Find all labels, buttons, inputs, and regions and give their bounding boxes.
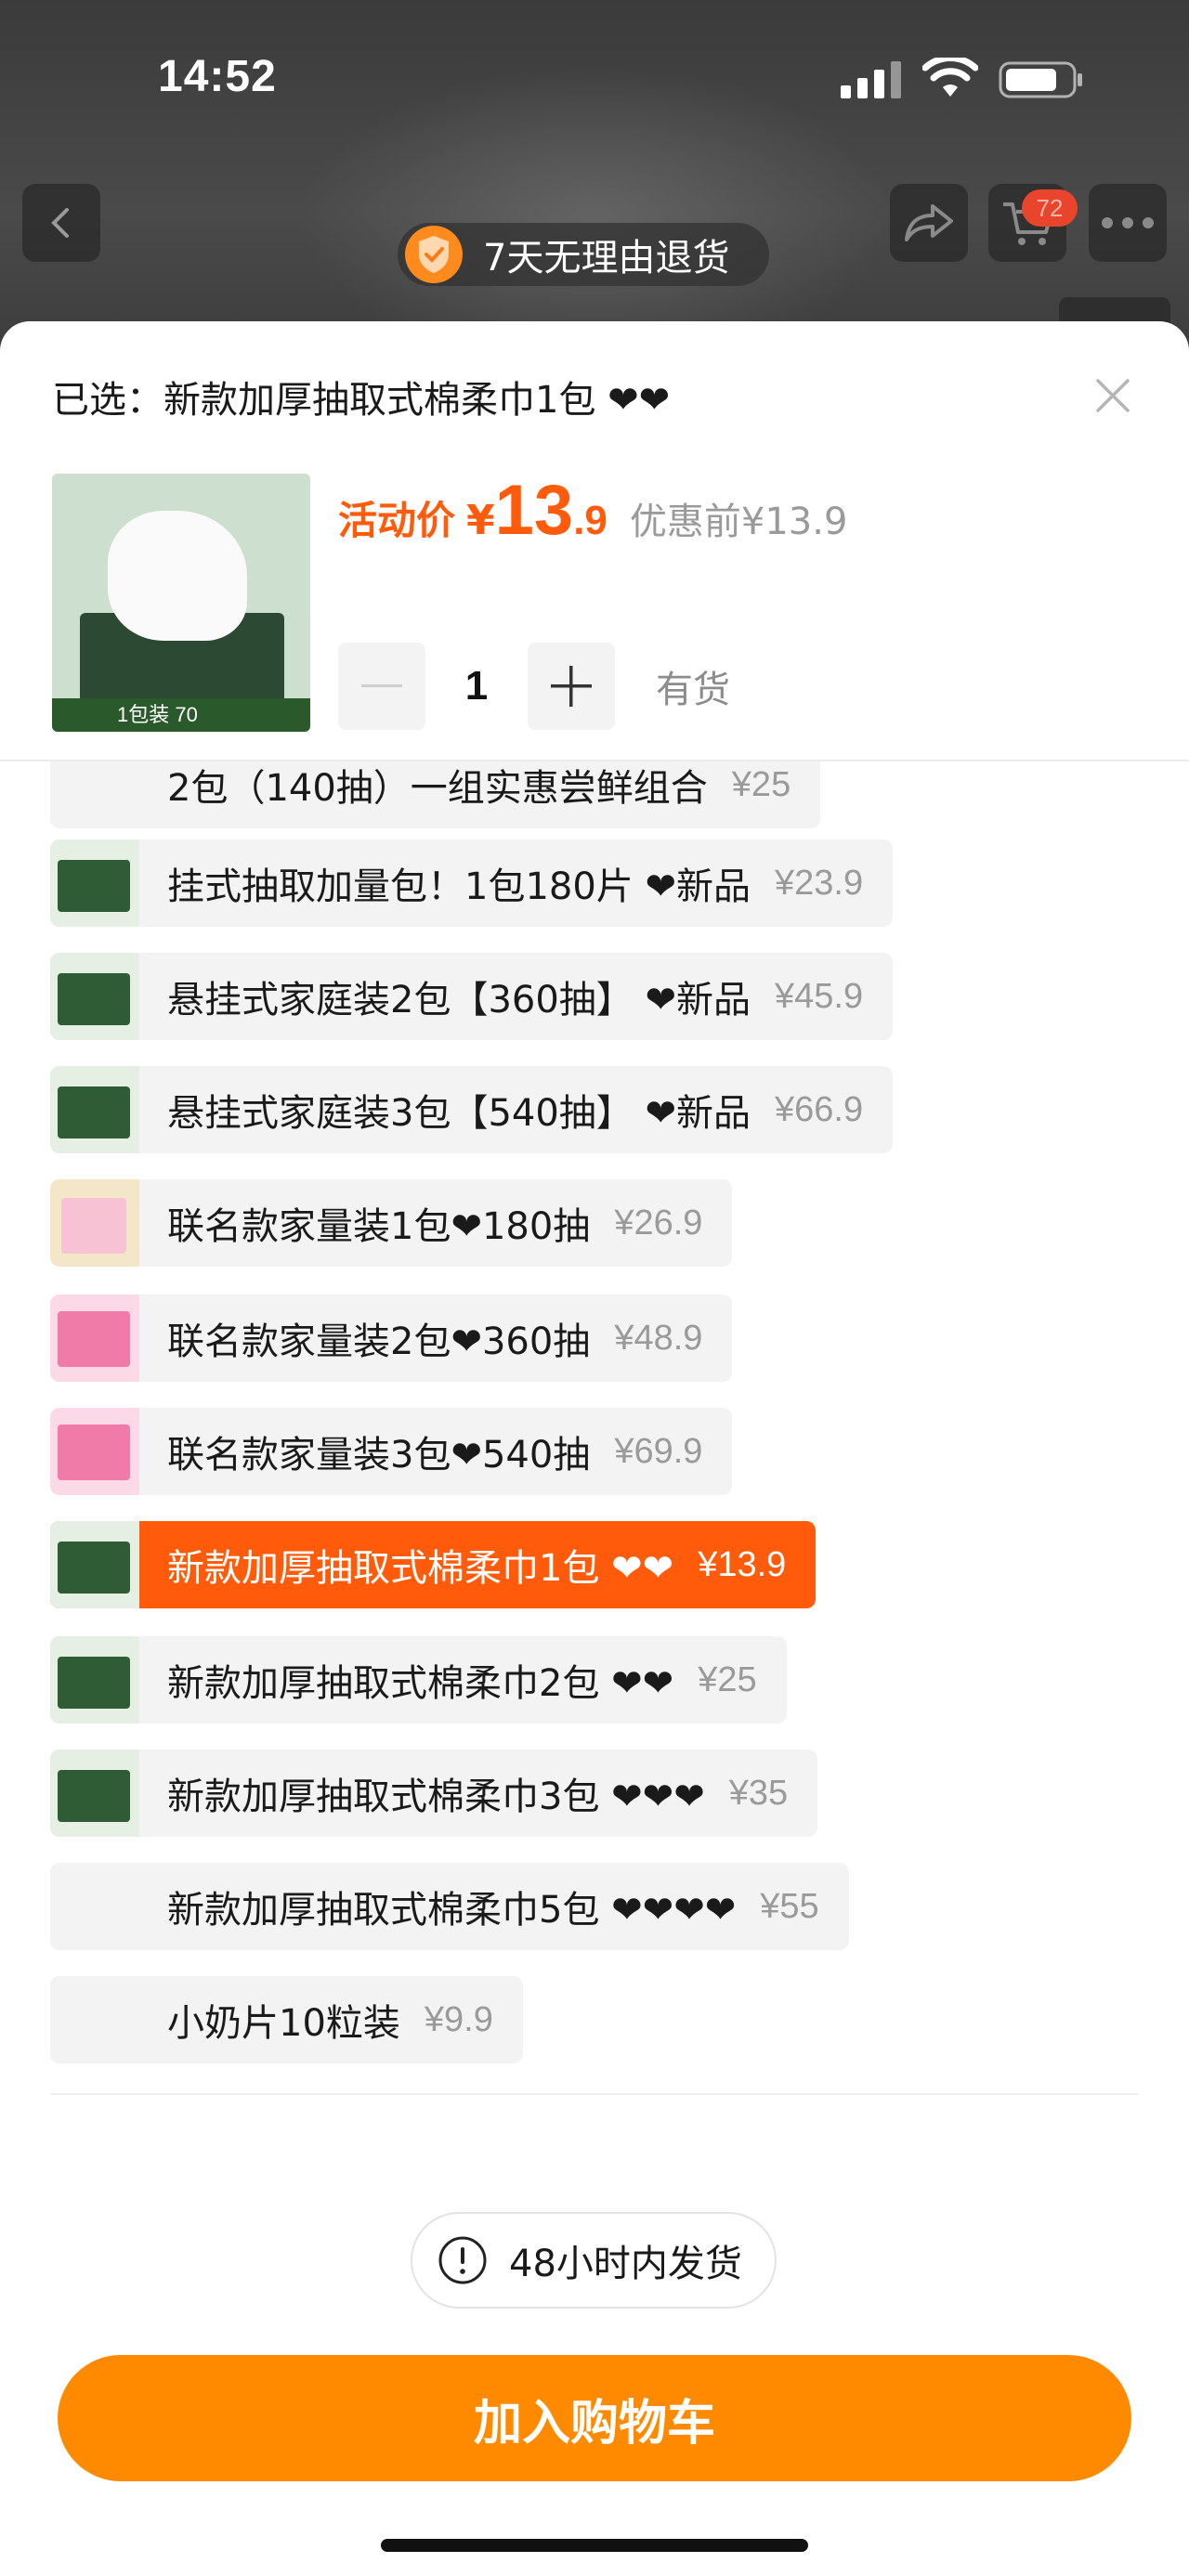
divider [50,2093,1139,2095]
return-policy-text: 7天无理由退货 [483,237,730,280]
variant-price: ¥9.9 [424,1999,493,2039]
quantity-stepper: 1 有货 [338,643,730,730]
variant-thumbnail [50,1750,139,1837]
price-integer: 13 [494,471,574,550]
price-decimal: .9 [573,498,608,543]
variant-option-selected[interactable]: 新款加厚抽取式棉柔巾1包 ❤❤ ¥13.9 [50,1521,817,1608]
variant-label: 新款加厚抽取式棉柔巾5包 ❤❤❤❤ [167,1889,737,1932]
variant-price: ¥66.9 [775,1089,864,1129]
variant-price: ¥69.9 [614,1431,703,1471]
variant-price: ¥26.9 [614,1203,703,1242]
tissue-shape [108,511,247,641]
variant-price: ¥23.9 [775,863,864,903]
variant-option[interactable]: 悬挂式家庭装3包【540抽】 ❤新品 ¥66.9 [50,1066,894,1153]
variant-label: 2包（140抽）一组实惠尝鲜组合 [167,767,708,810]
variant-option[interactable]: 联名款家量装2包❤360抽 ¥48.9 [50,1295,733,1382]
decrease-button[interactable] [338,643,425,730]
original-price: 优惠前¥13.9 [629,501,848,543]
variant-thumbnail [50,1976,139,2063]
variant-price: ¥35 [728,1773,789,1813]
variant-thumbnail [50,1636,139,1724]
info-exclamation-icon [438,2236,487,2284]
more-dots-icon [1102,217,1154,228]
variant-price: ¥45.9 [775,976,864,1016]
return-policy-pill: 7天无理由退货 [398,223,769,286]
share-icon [905,204,953,241]
sku-selector-sheet: 已选：新款加厚抽取式棉柔巾1包 ❤❤ 1包装 70 活动价 ¥ 13 .9 优惠… [0,321,1189,2576]
variant-thumbnail [50,953,139,1040]
variant-option[interactable]: 新款加厚抽取式棉柔巾3包 ❤❤❤ ¥35 [50,1750,818,1837]
shipping-notice: 48小时内发货 [411,2212,777,2309]
variant-thumbnail [50,1521,139,1608]
variant-thumbnail [50,839,139,927]
variant-option[interactable]: 联名款家量装1包❤180抽 ¥26.9 [50,1179,733,1267]
variant-option[interactable]: 小奶片10粒装 ¥9.9 [50,1976,523,2063]
variant-option[interactable]: 联名款家量装3包❤540抽 ¥69.9 [50,1408,733,1495]
variant-thumbnail [50,1179,139,1267]
cart-count-badge: 72 [1022,189,1078,227]
cellular-signal-icon [841,61,901,98]
variant-option[interactable]: 悬挂式家庭装2包【360抽】 ❤新品 ¥45.9 [50,953,894,1040]
variant-price: ¥48.9 [614,1318,703,1358]
status-time: 14:52 [158,52,277,101]
variant-option[interactable]: 新款加厚抽取式棉柔巾2包 ❤❤ ¥25 [50,1636,787,1724]
variant-thumbnail [50,1066,139,1153]
price-row: 活动价 ¥ 13 .9 优惠前¥13.9 [338,470,847,551]
variant-price: ¥13.9 [698,1544,787,1584]
chevron-left-icon [51,208,69,238]
shield-check-icon [405,226,463,283]
variant-label: 新款加厚抽取式棉柔巾1包 ❤❤ [167,1547,674,1590]
variant-label: 悬挂式家庭装3包【540抽】 ❤新品 [167,1092,751,1135]
price-currency: ¥ [466,497,495,544]
variant-thumbnail [50,761,139,828]
variant-label: 小奶片10粒装 [167,2002,400,2045]
status-bar: 14:52 [0,0,1189,158]
variant-option[interactable]: 2包（140抽）一组实惠尝鲜组合 ¥25 [50,761,821,828]
plus-icon [551,666,592,707]
variant-thumbnail [50,1863,139,1950]
variant-label: 新款加厚抽取式棉柔巾3包 ❤❤❤ [167,1776,705,1818]
increase-button[interactable] [528,643,615,730]
battery-icon [999,61,1082,98]
home-indicator[interactable] [381,2539,808,2552]
variant-price: ¥25 [698,1659,757,1699]
variant-label: 新款加厚抽取式棉柔巾2包 ❤❤ [167,1662,674,1705]
variant-label: 悬挂式家庭装2包【360抽】 ❤新品 [167,979,751,1021]
variant-price: ¥55 [760,1886,819,1926]
share-button[interactable] [890,184,968,262]
variant-option[interactable]: 挂式抽取加量包！1包180片 ❤新品 ¥23.9 [50,839,894,927]
wifi-icon [922,58,978,97]
variant-label: 联名款家量装3包❤540抽 [167,1434,591,1477]
back-button[interactable] [22,184,100,262]
variant-label: 挂式抽取加量包！1包180片 ❤新品 [167,865,751,908]
price-label: 活动价 [338,498,456,543]
variant-label: 联名款家量装1包❤180抽 [167,1205,591,1248]
shipping-notice-text: 48小时内发货 [509,2243,742,2285]
variant-price: ¥25 [731,764,791,804]
close-icon[interactable] [1092,375,1133,416]
more-button[interactable] [1089,184,1167,262]
variant-label: 联名款家量装2包❤360抽 [167,1321,591,1363]
add-to-cart-button[interactable]: 加入购物车 [58,2355,1131,2481]
selected-variant-text: 已选：新款加厚抽取式棉柔巾1包 ❤❤ [52,379,671,422]
quantity-value[interactable]: 1 [425,663,528,709]
variant-thumbnail [50,1408,139,1495]
minus-icon [361,684,402,687]
variant-thumbnail [50,1295,139,1382]
stock-status: 有货 [656,669,730,711]
variant-option[interactable]: 新款加厚抽取式棉柔巾5包 ❤❤❤❤ ¥55 [50,1863,849,1950]
product-image-band: 1包装 70 [52,698,310,732]
variant-options-list: 2包（140抽）一组实惠尝鲜组合 ¥25 挂式抽取加量包！1包180片 ❤新品 … [0,761,1189,2368]
selected-product-image[interactable]: 1包装 70 [52,474,310,732]
